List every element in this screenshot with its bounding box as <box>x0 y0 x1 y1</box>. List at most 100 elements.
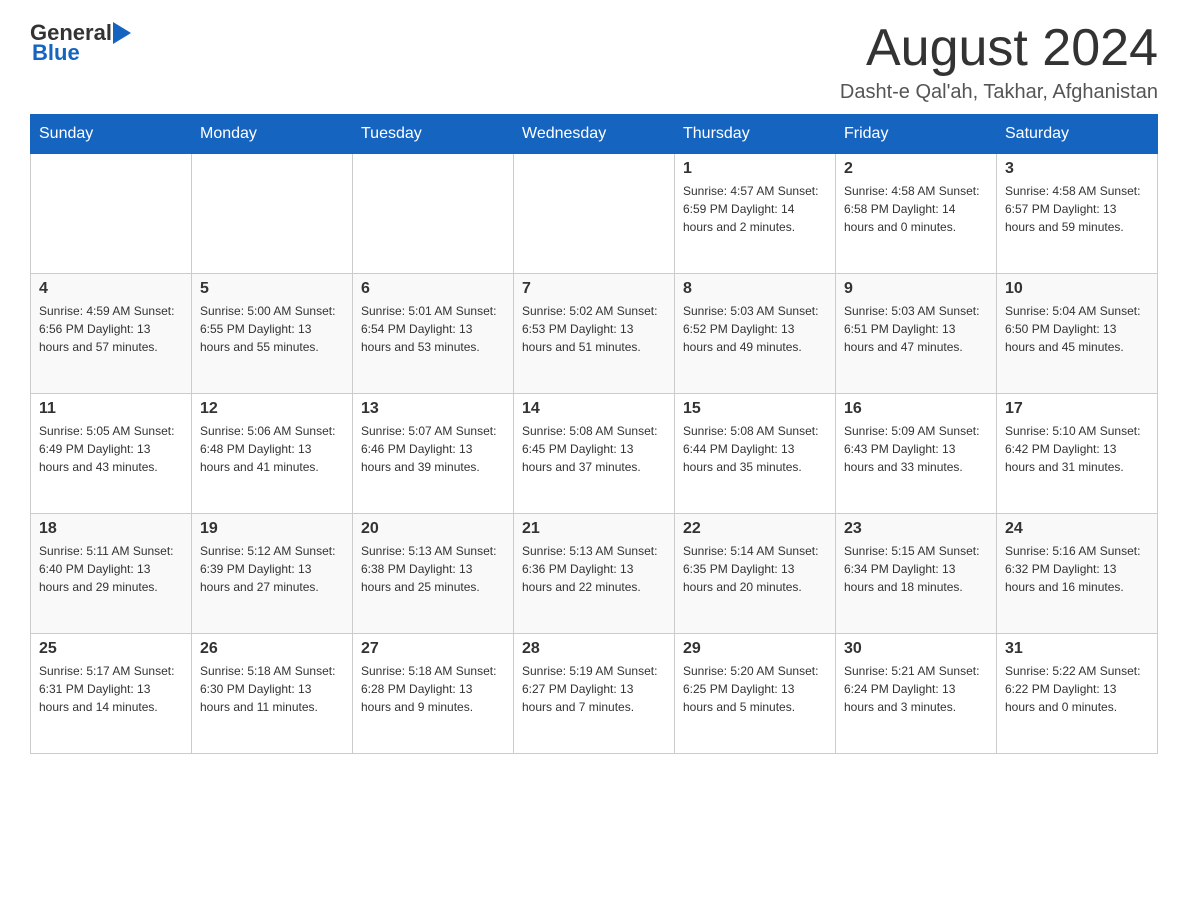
calendar-cell: 14 Sunrise: 5:08 AM Sunset: 6:45 PM Dayli… <box>514 394 675 514</box>
calendar-cell: 8 Sunrise: 5:03 AM Sunset: 6:52 PM Daylig… <box>675 274 836 394</box>
calendar-cell: 3 Sunrise: 4:58 AM Sunset: 6:57 PM Daylig… <box>997 154 1158 274</box>
calendar-cell: 7Sunrise: 5:02 AM Sunset: 6:53 PM Daylig… <box>514 274 675 394</box>
calendar-cell: 28Sunrise: 5:19 AM Sunset: 6:27 PM Dayli… <box>514 634 675 754</box>
day-number: 30 <box>844 640 988 658</box>
header-day-wednesday: Wednesday <box>514 115 675 154</box>
day-info: Sunrise: 5:10 AM Sunset: 6:42 PM Dayligh… <box>1005 422 1149 476</box>
day-number: 17 <box>1005 400 1149 418</box>
day-info: Sunrise: 4:58 AM Sunset: 6:58 PM Dayligh… <box>844 182 988 236</box>
day-info: Sunrise: 5:04 AM Sunset: 6:50 PM Dayligh… <box>1005 302 1149 356</box>
calendar-cell: 31Sunrise: 5:22 AM Sunset: 6:22 PM Dayli… <box>997 634 1158 754</box>
day-info: Sunrise: 5:21 AM Sunset: 6:24 PM Dayligh… <box>844 662 988 716</box>
day-number: 1 <box>683 160 827 178</box>
day-info: Sunrise: 5:08 AM Sunset: 6:45 PM Dayligh… <box>522 422 666 476</box>
header-day-thursday: Thursday <box>675 115 836 154</box>
calendar-cell <box>31 154 192 274</box>
calendar-cell: 13 Sunrise: 5:07 AM Sunset: 6:46 PM Dayli… <box>353 394 514 514</box>
header-day-tuesday: Tuesday <box>353 115 514 154</box>
page-header: General Blue August 2024 Dasht-e Qal'ah,… <box>30 20 1158 104</box>
day-number: 23 <box>844 520 988 538</box>
day-number: 14 <box>522 400 666 418</box>
day-info: Sunrise: 5:20 AM Sunset: 6:25 PM Dayligh… <box>683 662 827 716</box>
day-info: Sunrise: 5:13 AM Sunset: 6:38 PM Dayligh… <box>361 542 505 596</box>
day-info: Sunrise: 5:16 AM Sunset: 6:32 PM Dayligh… <box>1005 542 1149 596</box>
day-info: Sunrise: 5:12 AM Sunset: 6:39 PM Dayligh… <box>200 542 344 596</box>
logo: General Blue <box>30 20 131 66</box>
day-number: 6 <box>361 280 505 298</box>
day-number: 29 <box>683 640 827 658</box>
calendar-week-row: 4Sunrise: 4:59 AM Sunset: 6:56 PM Daylig… <box>31 274 1158 394</box>
calendar-cell: 4Sunrise: 4:59 AM Sunset: 6:56 PM Daylig… <box>31 274 192 394</box>
day-info: Sunrise: 5:18 AM Sunset: 6:30 PM Dayligh… <box>200 662 344 716</box>
day-info: Sunrise: 5:00 AM Sunset: 6:55 PM Dayligh… <box>200 302 344 356</box>
day-info: Sunrise: 5:14 AM Sunset: 6:35 PM Dayligh… <box>683 542 827 596</box>
day-number: 24 <box>1005 520 1149 538</box>
calendar-cell: 20 Sunrise: 5:13 AM Sunset: 6:38 PM Dayli… <box>353 514 514 634</box>
calendar-cell: 18 Sunrise: 5:11 AM Sunset: 6:40 PM Dayli… <box>31 514 192 634</box>
header-day-saturday: Saturday <box>997 115 1158 154</box>
calendar-cell: 29 Sunrise: 5:20 AM Sunset: 6:25 PM Dayli… <box>675 634 836 754</box>
calendar-week-row: 18 Sunrise: 5:11 AM Sunset: 6:40 PM Dayli… <box>31 514 1158 634</box>
day-info: Sunrise: 5:05 AM Sunset: 6:49 PM Dayligh… <box>39 422 183 476</box>
day-info: Sunrise: 5:15 AM Sunset: 6:34 PM Dayligh… <box>844 542 988 596</box>
day-number: 8 <box>683 280 827 298</box>
day-info: Sunrise: 5:07 AM Sunset: 6:46 PM Dayligh… <box>361 422 505 476</box>
day-info: Sunrise: 5:03 AM Sunset: 6:51 PM Dayligh… <box>844 302 988 356</box>
header-row: SundayMondayTuesdayWednesdayThursdayFrid… <box>31 115 1158 154</box>
day-info: Sunrise: 4:58 AM Sunset: 6:57 PM Dayligh… <box>1005 182 1149 236</box>
month-title: August 2024 <box>840 20 1158 77</box>
calendar-cell: 30 Sunrise: 5:21 AM Sunset: 6:24 PM Dayli… <box>836 634 997 754</box>
day-info: Sunrise: 5:22 AM Sunset: 6:22 PM Dayligh… <box>1005 662 1149 716</box>
calendar-cell: 25 Sunrise: 5:17 AM Sunset: 6:31 PM Dayli… <box>31 634 192 754</box>
logo-arrow-icon <box>113 22 131 44</box>
day-info: Sunrise: 5:01 AM Sunset: 6:54 PM Dayligh… <box>361 302 505 356</box>
day-info: Sunrise: 5:17 AM Sunset: 6:31 PM Dayligh… <box>39 662 183 716</box>
day-info: Sunrise: 5:19 AM Sunset: 6:27 PM Dayligh… <box>522 662 666 716</box>
day-number: 16 <box>844 400 988 418</box>
day-info: Sunrise: 5:18 AM Sunset: 6:28 PM Dayligh… <box>361 662 505 716</box>
calendar-table: SundayMondayTuesdayWednesdayThursdayFrid… <box>30 114 1158 754</box>
day-number: 26 <box>200 640 344 658</box>
day-number: 3 <box>1005 160 1149 178</box>
day-number: 7 <box>522 280 666 298</box>
day-info: Sunrise: 5:08 AM Sunset: 6:44 PM Dayligh… <box>683 422 827 476</box>
day-number: 2 <box>844 160 988 178</box>
day-number: 5 <box>200 280 344 298</box>
day-info: Sunrise: 5:13 AM Sunset: 6:36 PM Dayligh… <box>522 542 666 596</box>
calendar-cell: 16 Sunrise: 5:09 AM Sunset: 6:43 PM Dayli… <box>836 394 997 514</box>
day-number: 19 <box>200 520 344 538</box>
day-info: Sunrise: 5:06 AM Sunset: 6:48 PM Dayligh… <box>200 422 344 476</box>
header-day-friday: Friday <box>836 115 997 154</box>
calendar-cell: 24 Sunrise: 5:16 AM Sunset: 6:32 PM Dayli… <box>997 514 1158 634</box>
calendar-cell: 2 Sunrise: 4:58 AM Sunset: 6:58 PM Daylig… <box>836 154 997 274</box>
day-number: 20 <box>361 520 505 538</box>
calendar-week-row: 25 Sunrise: 5:17 AM Sunset: 6:31 PM Dayli… <box>31 634 1158 754</box>
calendar-cell: 27Sunrise: 5:18 AM Sunset: 6:28 PM Dayli… <box>353 634 514 754</box>
calendar-cell: 23 Sunrise: 5:15 AM Sunset: 6:34 PM Dayli… <box>836 514 997 634</box>
day-number: 12 <box>200 400 344 418</box>
calendar-cell: 21 Sunrise: 5:13 AM Sunset: 6:36 PM Dayli… <box>514 514 675 634</box>
day-info: Sunrise: 5:09 AM Sunset: 6:43 PM Dayligh… <box>844 422 988 476</box>
calendar-cell <box>353 154 514 274</box>
calendar-cell: 22 Sunrise: 5:14 AM Sunset: 6:35 PM Dayli… <box>675 514 836 634</box>
day-number: 10 <box>1005 280 1149 298</box>
calendar-cell: 19 Sunrise: 5:12 AM Sunset: 6:39 PM Dayli… <box>192 514 353 634</box>
calendar-cell: 12 Sunrise: 5:06 AM Sunset: 6:48 PM Dayli… <box>192 394 353 514</box>
day-info: Sunrise: 5:11 AM Sunset: 6:40 PM Dayligh… <box>39 542 183 596</box>
day-number: 15 <box>683 400 827 418</box>
day-number: 11 <box>39 400 183 418</box>
calendar-cell: 10 Sunrise: 5:04 AM Sunset: 6:50 PM Dayli… <box>997 274 1158 394</box>
calendar-cell: 6 Sunrise: 5:01 AM Sunset: 6:54 PM Daylig… <box>353 274 514 394</box>
calendar-cell <box>192 154 353 274</box>
calendar-cell: 17 Sunrise: 5:10 AM Sunset: 6:42 PM Dayli… <box>997 394 1158 514</box>
calendar-cell: 1Sunrise: 4:57 AM Sunset: 6:59 PM Daylig… <box>675 154 836 274</box>
day-number: 4 <box>39 280 183 298</box>
day-number: 13 <box>361 400 505 418</box>
day-number: 18 <box>39 520 183 538</box>
location-title: Dasht-e Qal'ah, Takhar, Afghanistan <box>840 81 1158 104</box>
day-number: 9 <box>844 280 988 298</box>
day-number: 22 <box>683 520 827 538</box>
day-number: 25 <box>39 640 183 658</box>
day-number: 21 <box>522 520 666 538</box>
day-info: Sunrise: 5:03 AM Sunset: 6:52 PM Dayligh… <box>683 302 827 356</box>
